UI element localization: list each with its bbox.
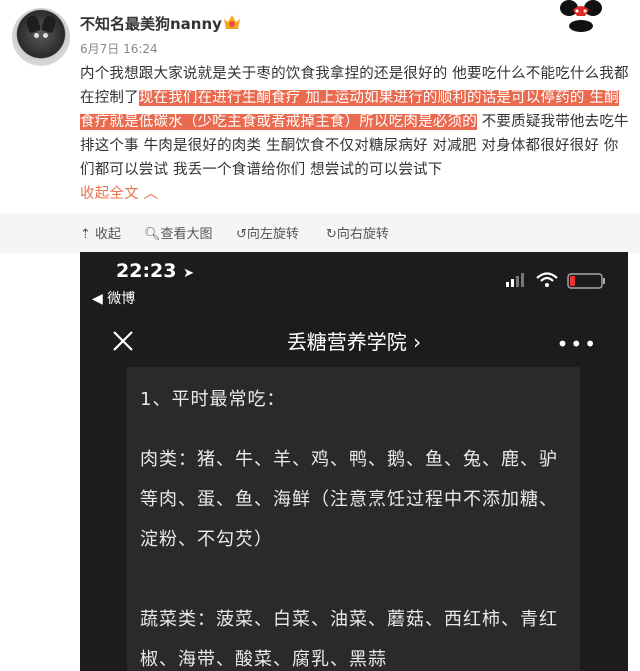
section-heading: 1、平时最常吃： <box>140 389 286 410</box>
back-to-weibo: ◀ 微博 <box>92 291 136 307</box>
rotate-left-button[interactable]: ↺向左旋转 <box>236 223 299 242</box>
collapse-fulltext-link[interactable]: 收起全文 ︿ <box>80 186 158 202</box>
view-large-button[interactable]: 🔍︎查看大图 <box>144 223 213 242</box>
status-bar-icons <box>506 272 605 289</box>
username[interactable]: 不知名最美狗nanny <box>80 13 222 34</box>
nav-title: 丢糖营养学院 › <box>286 330 422 354</box>
rotate-right-button[interactable]: ↻向右旋转 <box>326 223 389 242</box>
minnie-mouse-icon <box>560 0 602 32</box>
more-icon: ••• <box>556 332 598 356</box>
recipe-text: 1、平时最常吃： 肉类：猪、牛、羊、鸡、鸭、鹅、鱼、兔、鹿、驴等肉、蛋、鱼、海鲜… <box>140 380 570 671</box>
vip-badge-icon <box>224 15 240 29</box>
location-icon: ➤ <box>183 266 195 281</box>
collapse-button[interactable]: ⇡ 收起 <box>80 223 121 242</box>
rotate-left-icon: ↺ <box>236 227 247 242</box>
image-toolbar: ⇡ 收起 🔍︎查看大图 ↺向左旋转 ↻向右旋转 <box>0 213 640 253</box>
avatar[interactable] <box>12 8 70 66</box>
status-time: 22:23 ➤ <box>116 260 195 282</box>
veg-list: 蔬菜类：菠菜、白菜、油菜、蘑菇、西红柿、青红椒、海带、酸菜、腐乳、黑蒜 <box>140 609 558 670</box>
post-date: 6月7日 16:24 <box>80 42 158 56</box>
search-icon: 🔍︎ <box>144 227 161 242</box>
post-content: 内个我想跟大家说就是关于枣的饮食我拿捏的还是很好的 他要吃什么不能吃什么我都在控… <box>80 62 632 206</box>
meat-list: 肉类：猪、牛、羊、鸡、鸭、鹅、鱼、兔、鹿、驴等肉、蛋、鱼、海鲜（注意烹饪过程中不… <box>140 449 558 550</box>
post-image[interactable]: 22:23 ➤ ◀ 微博 丢糖营养学院 › ••• 1、平时最常吃： 肉类：猪、… <box>80 252 628 671</box>
rotate-right-icon: ↻ <box>326 227 337 242</box>
collapse-icon: ⇡ <box>80 227 91 242</box>
